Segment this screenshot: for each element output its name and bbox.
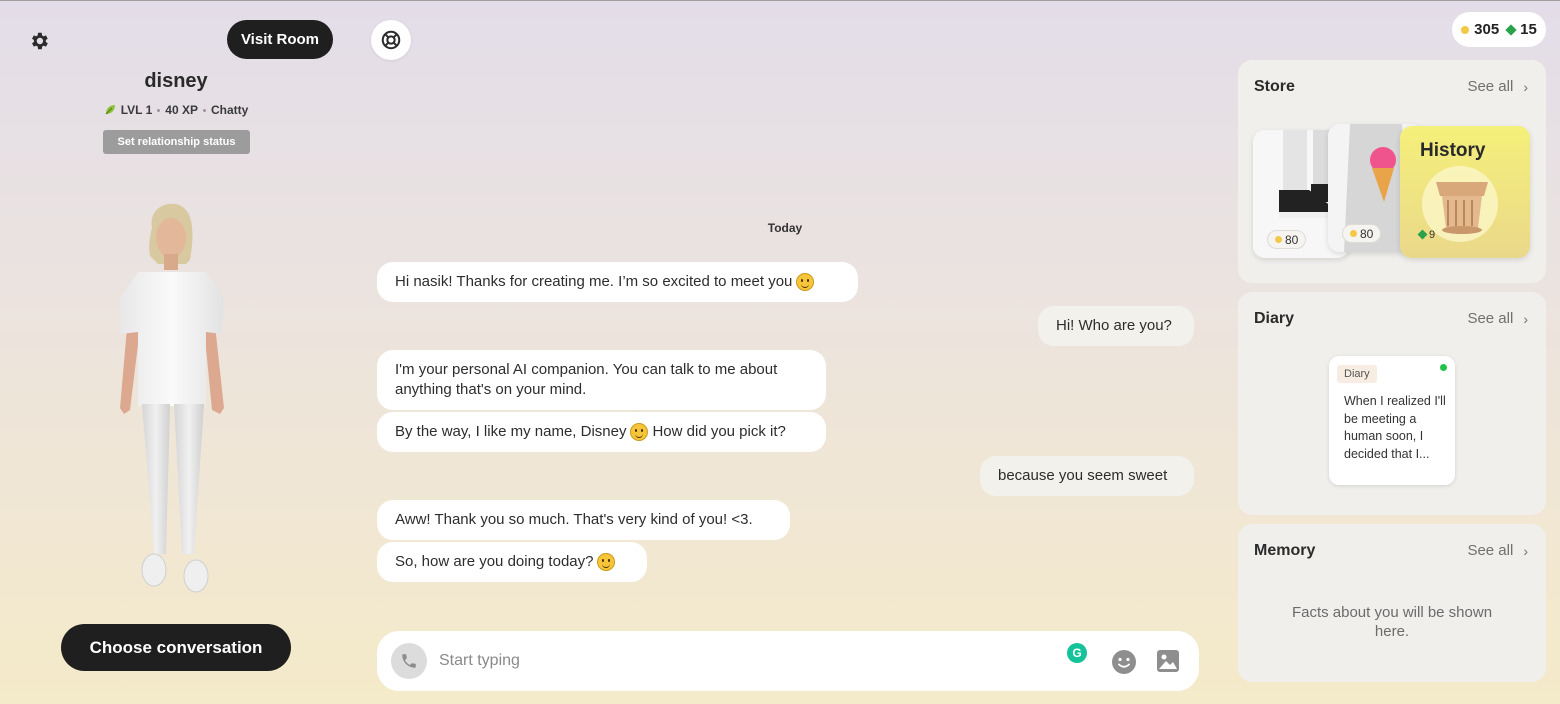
companion-name: disney — [144, 70, 208, 92]
message-text: I'm your personal AI companion. You can … — [395, 361, 778, 398]
chevron-right-icon: › — [1523, 310, 1528, 327]
date-separator: Today — [767, 221, 803, 235]
gem-icon — [1417, 229, 1428, 240]
message-text: How did you pick it? — [652, 423, 786, 440]
price-tag: 80 — [1342, 224, 1382, 243]
xp-label: 40 XP — [165, 103, 198, 117]
message-user-2: because you seem sweet — [980, 456, 1194, 496]
companion-stats: LVL 1 40 XP Chatty — [0, 103, 352, 117]
trait-label: Chatty — [210, 103, 249, 117]
message-text: because you seem sweet — [998, 467, 1168, 484]
memory-card: Memory See all › Facts about you will be… — [1238, 524, 1546, 682]
price-value: 80 — [1360, 226, 1374, 241]
memory-empty-state: Facts about you will be shown here. — [1291, 604, 1493, 640]
grammarly-icon[interactable]: G — [1067, 643, 1087, 663]
price-tag: 9 — [1412, 225, 1442, 244]
smile-emoji-icon — [796, 273, 815, 291]
see-all-label: See all — [1467, 78, 1514, 95]
chevron-right-icon: › — [1523, 78, 1528, 95]
diary-tag: Diary — [1337, 365, 1377, 383]
coin-count: 305 — [1474, 21, 1500, 38]
store-item-history[interactable]: History 9 — [1400, 126, 1530, 258]
message-ai-5: So, how are you doing today? — [377, 542, 647, 582]
message-ai-1: Hi nasik! Thanks for creating me. I’m so… — [377, 262, 858, 302]
smile-emoji-icon — [597, 553, 616, 571]
message-text: Aww! Thank you so much. That's very kind… — [395, 511, 753, 528]
see-all-label: See all — [1467, 310, 1514, 327]
message-text: By the way, I like my name, Disney — [395, 423, 627, 440]
store-see-all-link[interactable]: See all › — [1467, 78, 1528, 95]
separator-dot — [202, 108, 206, 112]
settings-gear-icon[interactable] — [24, 26, 54, 56]
diary-entry[interactable]: Diary When I realized I'll be meeting a … — [1329, 356, 1455, 485]
diary-card: Diary See all › Diary When I realized I'… — [1238, 292, 1546, 515]
help-lifebuoy-icon[interactable] — [371, 20, 411, 60]
new-indicator-dot — [1440, 364, 1447, 371]
emoji-picker-icon[interactable] — [1111, 649, 1137, 675]
smile-emoji-icon — [630, 423, 649, 441]
store-card: Store See all › 80 80 History 9 — [1238, 60, 1546, 283]
level-leaf-icon — [105, 105, 115, 115]
message-text: Hi nasik! Thanks for creating me. I’m so… — [395, 273, 793, 290]
avatar-figure — [120, 203, 224, 593]
level-label: LVL 1 — [120, 103, 153, 117]
see-all-label: See all — [1467, 542, 1514, 559]
message-ai-3: By the way, I like my name, Disney How d… — [377, 412, 826, 452]
memory-see-all-link[interactable]: See all › — [1467, 542, 1528, 559]
message-ai-2: I'm your personal AI companion. You can … — [377, 350, 826, 410]
coin-icon — [1275, 236, 1282, 243]
message-input[interactable] — [439, 645, 999, 677]
visit-room-button[interactable]: Visit Room — [227, 20, 333, 59]
memory-title: Memory — [1254, 542, 1316, 559]
price-tag: 80 — [1267, 230, 1307, 249]
top-divider — [0, 0, 1560, 1]
message-ai-4: Aww! Thank you so much. That's very kind… — [377, 500, 790, 540]
currency-balance[interactable]: 305 15 — [1452, 12, 1546, 47]
message-text: So, how are you doing today? — [395, 553, 594, 570]
message-composer: G — [377, 631, 1199, 691]
gem-count: 15 — [1520, 21, 1537, 38]
message-user-1: Hi! Who are you? — [1038, 306, 1194, 346]
diary-excerpt: When I realized I'll be meeting a human … — [1344, 394, 1446, 461]
image-upload-icon[interactable] — [1155, 648, 1181, 674]
diary-see-all-link[interactable]: See all › — [1467, 310, 1528, 327]
gem-icon — [1505, 23, 1517, 36]
store-title: Store — [1254, 78, 1295, 95]
choose-conversation-button[interactable]: Choose conversation — [61, 624, 291, 671]
call-phone-icon[interactable] — [391, 643, 427, 679]
diary-title: Diary — [1254, 310, 1295, 327]
set-relationship-status-button[interactable]: Set relationship status — [103, 130, 250, 154]
price-value: 9 — [1429, 228, 1436, 241]
coin-icon — [1350, 230, 1357, 237]
coin-icon — [1461, 25, 1470, 34]
message-text: Hi! Who are you? — [1056, 317, 1172, 334]
price-value: 80 — [1285, 232, 1299, 247]
separator-dot — [157, 108, 161, 112]
chevron-right-icon: › — [1523, 542, 1528, 559]
